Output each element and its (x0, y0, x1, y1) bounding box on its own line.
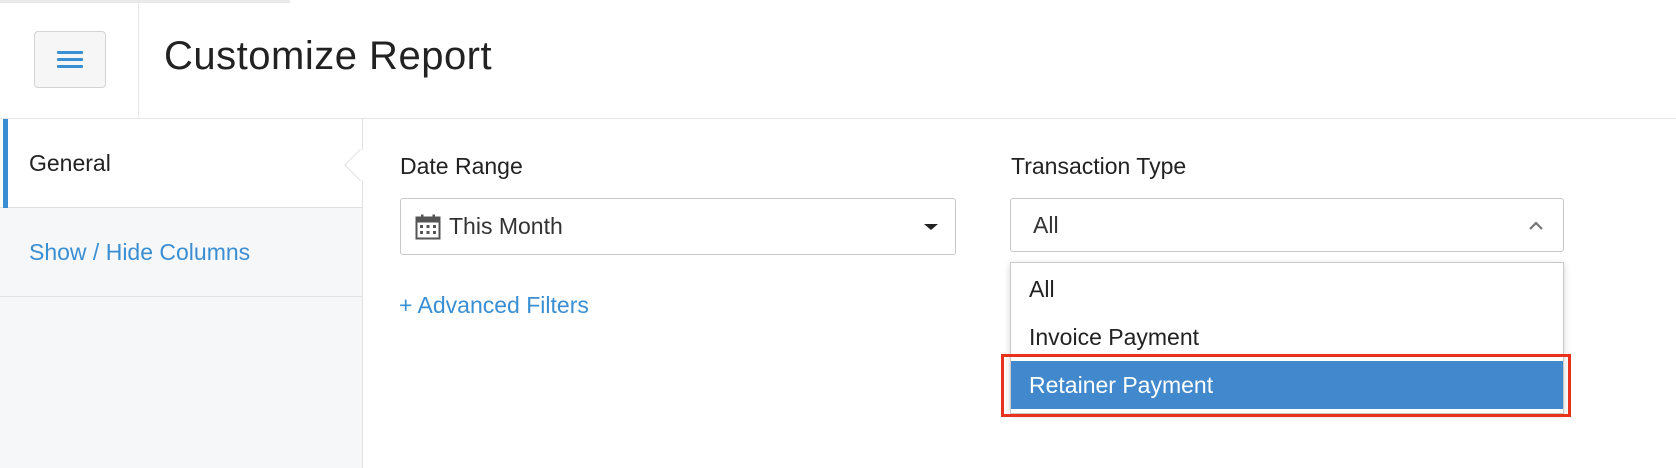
advanced-filters-link[interactable]: + Advanced Filters (399, 292, 589, 319)
page-title: Customize Report (164, 34, 493, 78)
transaction-type-select[interactable]: All (1010, 198, 1564, 252)
page-header: Customize Report (0, 0, 1676, 119)
date-range-value: This Month (449, 213, 563, 239)
sidebar-item-general[interactable]: General (0, 119, 362, 208)
transaction-type-value: All (1033, 211, 1059, 238)
option-all[interactable]: All (1011, 265, 1563, 313)
menu-toggle-button[interactable] (34, 31, 106, 88)
transaction-type-label: Transaction Type (1011, 153, 1187, 179)
sidebar-item-label: General (29, 149, 111, 176)
menu-cell (0, 0, 139, 119)
date-range-label: Date Range (400, 153, 523, 179)
sidebar-item-label: Show / Hide Columns (29, 238, 251, 265)
calendar-icon (415, 214, 441, 240)
caret-down-icon (924, 224, 938, 230)
active-notch (337, 149, 363, 181)
transaction-type-dropdown: All Invoice Payment Retainer Payment (1010, 262, 1564, 414)
active-indicator (3, 119, 8, 208)
hamburger-menu-icon (57, 51, 83, 68)
sidebar-item-show-hide-columns[interactable]: Show / Hide Columns (0, 208, 362, 297)
option-invoice-payment[interactable]: Invoice Payment (1011, 313, 1563, 361)
chevron-up-icon (1527, 217, 1545, 235)
sidebar: General Show / Hide Columns (0, 119, 363, 468)
option-retainer-payment[interactable]: Retainer Payment (1011, 361, 1563, 409)
date-range-select[interactable]: This Month (400, 198, 956, 255)
